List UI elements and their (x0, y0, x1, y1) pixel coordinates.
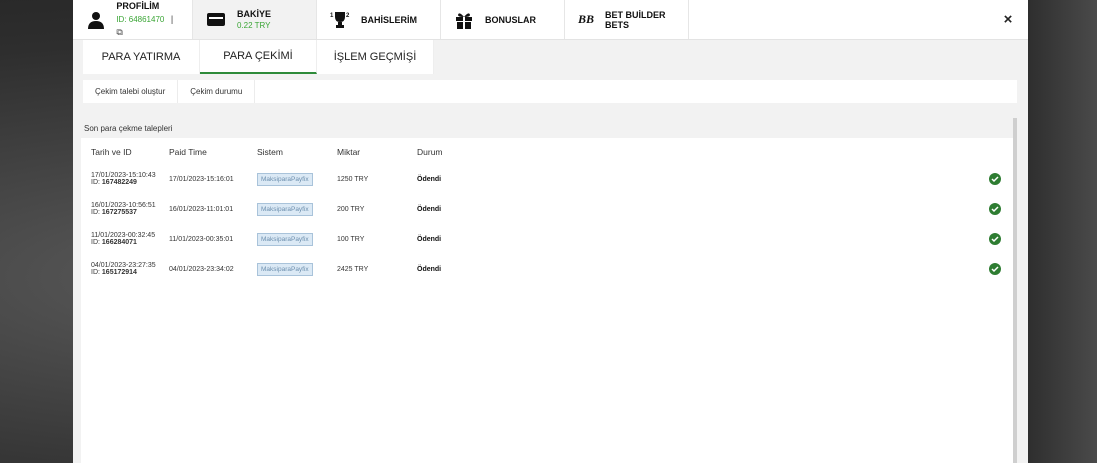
row-date: 11/01/2023-00:32:45 (91, 232, 156, 239)
svg-text:1: 1 (330, 13, 334, 19)
row-amount: 2425 TRY (337, 265, 369, 273)
system-badge: MaksiparaPayfix (257, 232, 313, 246)
row-id-label: ID: (91, 209, 100, 216)
bonus-tab[interactable]: BONUSLAR (441, 0, 565, 39)
background-right (1017, 0, 1097, 463)
user-icon (85, 9, 106, 31)
close-icon[interactable]: × (988, 0, 1028, 39)
table-row: 11/01/2023-00:32:45 ID: 166284071 11/01/2… (83, 224, 1013, 254)
row-status: Ödendi (417, 235, 442, 243)
row-date: 16/01/2023-10:56:51 (91, 202, 156, 209)
tab-withdraw-status[interactable]: Çekim durumu (178, 80, 256, 103)
bb-logo: BB (577, 12, 594, 26)
check-icon (989, 263, 1001, 275)
col-status: Durum (417, 147, 443, 157)
row-amount: 1250 TRY (337, 175, 369, 183)
row-amount: 100 TRY (337, 235, 365, 243)
row-paid-time: 17/01/2023-15:16:01 (169, 175, 234, 183)
row-id: 166284071 (101, 239, 137, 246)
requests-table: Tarih ve ID Paid Time Sistem Miktar Duru… (83, 140, 1013, 284)
table-row: 17/01/2023-15:10:43 ID: 167482249 17/01/2… (83, 164, 1013, 194)
check-icon (989, 203, 1001, 215)
tab-deposit[interactable]: PARA YATIRMA (83, 40, 200, 74)
balance-amount: 0.22 TRY (237, 20, 271, 30)
row-id-label: ID: (91, 239, 100, 246)
row-date: 17/01/2023-15:10:43 (91, 172, 156, 179)
row-amount: 200 TRY (337, 205, 365, 213)
row-status: Ödendi (417, 205, 442, 213)
row-paid-time: 04/01/2023-23:34:02 (169, 265, 234, 273)
profile-tab[interactable]: PROFİLİM ID: 64861470 | ⧉ (73, 0, 193, 39)
row-id-label: ID: (91, 269, 100, 276)
table-row: 04/01/2023-23:27:35 ID: 165172914 04/01/2… (83, 254, 1013, 284)
col-amount: Miktar (337, 147, 361, 157)
row-date: 04/01/2023-23:27:35 (91, 262, 156, 269)
tab-create-withdraw[interactable]: Çekim talebi oluştur (83, 80, 179, 103)
table-row: 16/01/2023-10:56:51 ID: 167275537 16/01/2… (83, 194, 1013, 224)
tab-history[interactable]: İŞLEM GEÇMİŞİ (317, 40, 434, 74)
top-bar: PROFİLİM ID: 64861470 | ⧉ BAKİYE 0.22 TR… (73, 0, 1028, 40)
tab-withdraw[interactable]: PARA ÇEKİMİ (200, 40, 317, 74)
row-status: Ödendi (417, 175, 442, 183)
sub-tabs: Çekim talebi oluştur Çekim durumu (83, 80, 1017, 103)
row-id: 167275537 (101, 209, 137, 216)
col-system: Sistem (257, 147, 283, 157)
row-id-label: ID: (91, 179, 100, 186)
col-date: Tarih ve ID (91, 147, 132, 157)
check-icon (989, 233, 1001, 245)
system-badge: MaksiparaPayfix (257, 202, 313, 216)
row-paid-time: 11/01/2023-00:35:01 (169, 235, 234, 243)
svg-text:2: 2 (346, 13, 350, 19)
profile-id: ID: 64861470 (116, 15, 165, 24)
my-bets-tab[interactable]: 12 BAHİSLERİM (317, 0, 441, 39)
col-paid-time: Paid Time (169, 147, 207, 157)
withdraw-requests-panel: Son para çekme talepleri Tarih ve ID Pai… (81, 118, 1017, 463)
my-bets-label: BAHİSLERİM (361, 14, 417, 25)
account-modal: PROFİLİM ID: 64861470 | ⧉ BAKİYE 0.22 TR… (73, 0, 1028, 463)
row-paid-time: 16/01/2023-11:01:01 (169, 205, 234, 213)
bonus-label: BONUSLAR (485, 14, 536, 25)
system-badge: MaksiparaPayfix (257, 172, 313, 186)
check-icon (989, 173, 1001, 185)
row-id: 167482249 (101, 179, 137, 186)
gift-icon (453, 9, 475, 31)
scrollbar[interactable] (1013, 118, 1017, 463)
card-icon (205, 9, 227, 31)
balance-label: BAKİYE (237, 8, 272, 19)
balance-tab[interactable]: BAKİYE 0.22 TRY (193, 0, 317, 39)
panel-title: Son para çekme talepleri (81, 118, 1017, 138)
trophy-icon: 12 (329, 9, 351, 31)
system-badge: MaksiparaPayfix (257, 262, 313, 276)
profile-label: PROFİLİM (116, 1, 160, 11)
bet-builder-tab[interactable]: BB BET BUİLDER BETS (565, 0, 689, 39)
bet-builder-label: BET BUİLDER BETS (604, 9, 666, 30)
table-header: Tarih ve ID Paid Time Sistem Miktar Duru… (83, 140, 1013, 164)
row-id: 165172914 (101, 269, 137, 276)
row-status: Ödendi (417, 265, 442, 273)
main-tabs: PARA YATIRMA PARA ÇEKİMİ İŞLEM GEÇMİŞİ (83, 40, 434, 75)
